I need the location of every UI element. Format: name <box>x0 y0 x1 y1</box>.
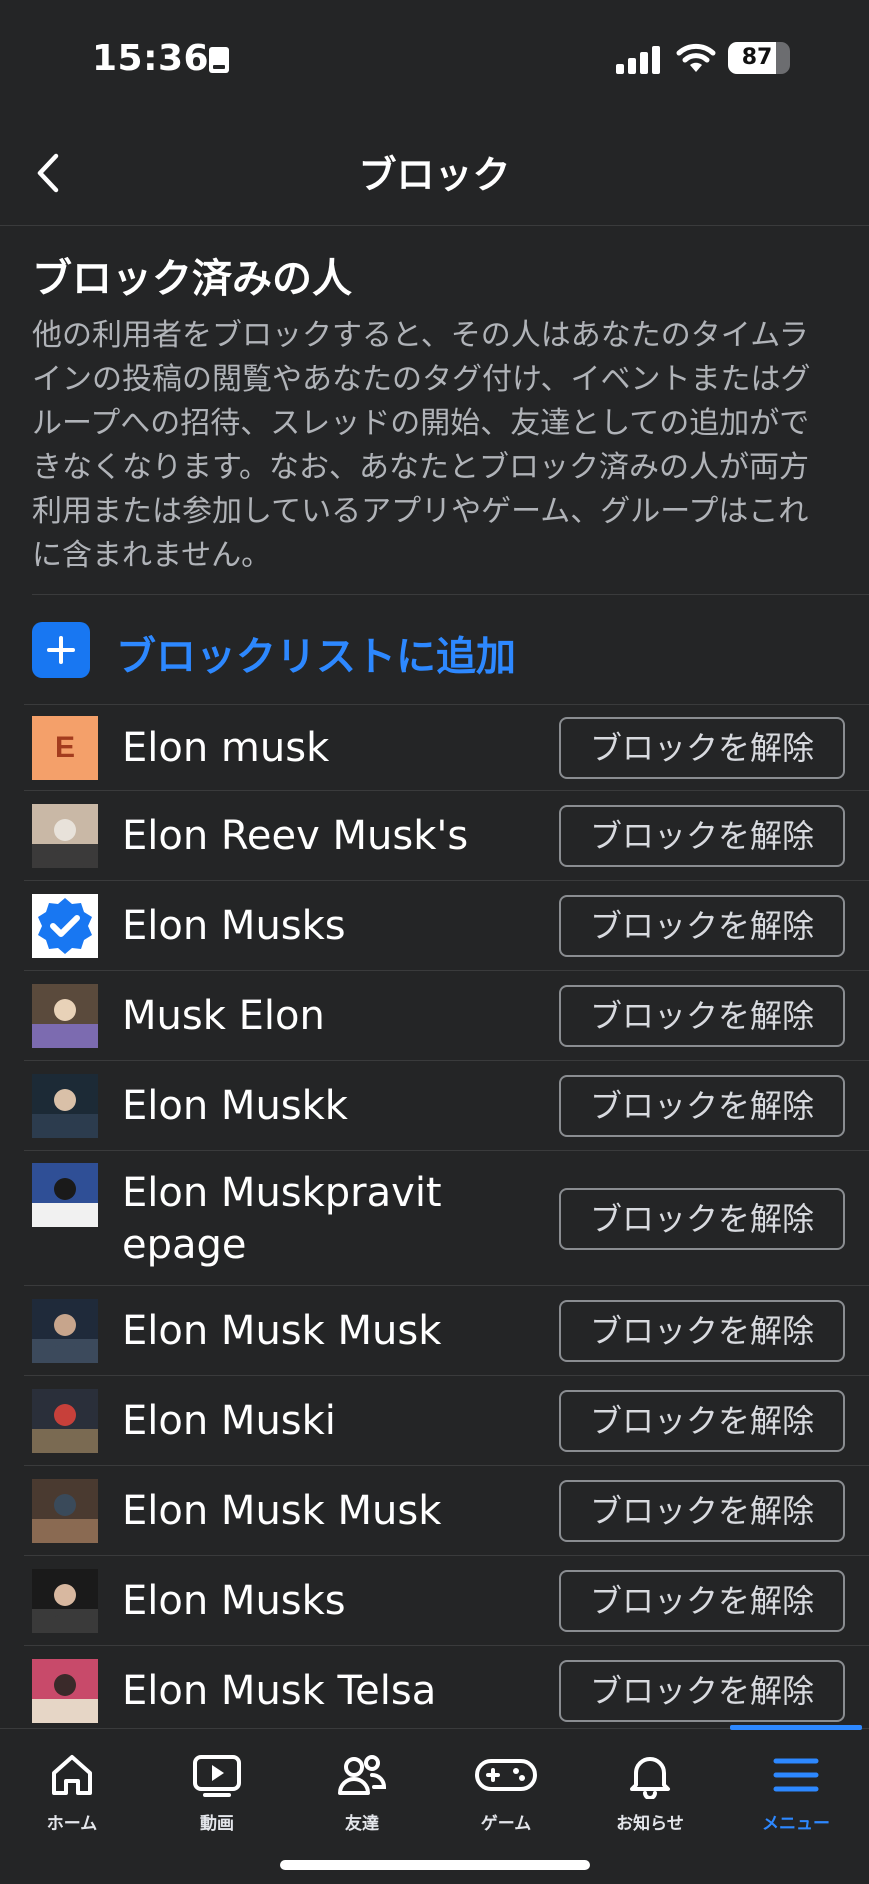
blocked-person-name: Musk Elon <box>122 993 325 1039</box>
unblock-button[interactable]: ブロックを解除 <box>559 895 845 957</box>
blocked-person-row: Elon Musks ブロックを解除 <box>24 880 869 970</box>
blocked-person-row: Elon Musks ブロックを解除 <box>24 1555 869 1645</box>
nav-menu[interactable]: メニュー <box>736 1751 856 1851</box>
blocked-person-row: Musk Elon ブロックを解除 <box>24 970 869 1060</box>
unblock-button[interactable]: ブロックを解除 <box>559 1300 845 1362</box>
plus-icon <box>32 622 90 678</box>
status-bar: 15:36 87 <box>0 0 869 120</box>
friends-icon <box>338 1755 387 1795</box>
battery-level: 87 <box>741 45 773 70</box>
profile-photo <box>32 1389 98 1453</box>
blocked-person-row: Elon Muskpravitepage ブロックを解除 <box>24 1150 869 1285</box>
page-title: ブロック <box>358 153 511 197</box>
profile-photo <box>32 1659 98 1723</box>
nav-notifications[interactable]: お知らせ <box>590 1751 710 1851</box>
blocked-person-name: Elon Musk Musk <box>122 1308 442 1354</box>
blocking-screen: 15:36 87 ブロック ブロック済みの人 他の利用者をブロックすると、その人… <box>0 0 869 1884</box>
blocked-person-name: Elon Musk Musk <box>122 1488 442 1534</box>
avatar <box>32 894 98 958</box>
blocked-person-row: Elon Muski ブロックを解除 <box>24 1375 869 1465</box>
unblock-button[interactable]: ブロックを解除 <box>559 1188 845 1250</box>
header: ブロック <box>0 120 869 226</box>
reading-mode-icon <box>209 47 229 73</box>
profile-photo <box>32 1163 98 1227</box>
section-title: ブロック済みの人 <box>32 256 352 302</box>
divider <box>32 594 869 595</box>
home-icon <box>52 1755 92 1795</box>
unblock-button[interactable]: ブロックを解除 <box>559 1390 845 1452</box>
blocked-person-name: Elon Reev Musk's <box>122 813 469 859</box>
blocked-person-name: Elon Muski <box>122 1398 336 1444</box>
video-icon <box>193 1755 241 1797</box>
avatar <box>32 804 98 868</box>
avatar <box>32 984 98 1048</box>
avatar <box>32 1659 98 1723</box>
nav-video[interactable]: 動画 <box>157 1751 277 1851</box>
blocked-person-name: Elon Muskk <box>122 1083 348 1129</box>
avatar <box>32 1479 98 1543</box>
blocked-person-name: Elon Musk Telsa <box>122 1668 437 1714</box>
home-indicator <box>280 1860 590 1870</box>
add-to-block-list-label: ブロックリストに追加 <box>116 634 516 680</box>
nav-friends[interactable]: 友達 <box>302 1751 422 1851</box>
nav-home[interactable]: ホーム <box>12 1751 132 1851</box>
blocked-person-name: Elon Muskpravitepage <box>122 1170 442 1268</box>
blocked-person-name: Elon Musks <box>122 903 346 949</box>
profile-photo <box>32 1074 98 1138</box>
profile-photo <box>32 804 98 868</box>
blocked-person-row: Elon Reev Musk's ブロックを解除 <box>24 790 869 880</box>
unblock-button[interactable]: ブロックを解除 <box>559 1570 845 1632</box>
avatar <box>32 1299 98 1363</box>
active-tab-indicator <box>730 1725 862 1730</box>
avatar <box>32 1569 98 1633</box>
nav-notifications-label: お知らせ <box>616 1814 684 1834</box>
unblock-button[interactable]: ブロックを解除 <box>559 717 845 779</box>
profile-photo <box>32 1479 98 1543</box>
unblock-button[interactable]: ブロックを解除 <box>559 1660 845 1722</box>
profile-photo <box>32 984 98 1048</box>
wifi-icon <box>676 43 716 72</box>
bell-icon <box>630 1757 670 1799</box>
nav-gaming[interactable]: ゲーム <box>446 1751 566 1851</box>
avatar <box>32 1074 98 1138</box>
blocked-person-row: Elon Musk Telsa ブロックを解除 <box>24 1645 869 1735</box>
section-description: 他の利用者をブロックすると、その人はあなたのタイムラインの投稿の閲覧やあなたのタ… <box>32 318 811 573</box>
profile-photo <box>32 1299 98 1363</box>
nav-menu-label: メニュー <box>762 1814 830 1834</box>
blocked-people-list: E Elon musk ブロックを解除 Elon Reev Musk's ブロックを解除… <box>0 704 869 1735</box>
profile-photo <box>32 1569 98 1633</box>
blocked-person-name: Elon Musks <box>122 1578 346 1624</box>
avatar-letter: E <box>54 731 75 764</box>
avatar: E <box>32 716 98 780</box>
blocked-person-row: Elon Muskk ブロックを解除 <box>24 1060 869 1150</box>
avatar <box>32 1163 98 1227</box>
battery-icon: 87 <box>728 42 792 74</box>
cellular-signal-icon <box>616 46 660 74</box>
status-time: 15:36 <box>92 38 210 79</box>
nav-gaming-label: ゲーム <box>480 1814 532 1834</box>
blocked-person-row: Elon Musk Musk ブロックを解除 <box>24 1465 869 1555</box>
avatar <box>32 1389 98 1453</box>
menu-icon <box>773 1758 819 1792</box>
blocked-person-name: Elon musk <box>122 725 330 771</box>
add-to-block-list-button[interactable]: ブロックリストに追加 <box>32 620 852 680</box>
verified-badge-icon <box>38 898 92 954</box>
unblock-button[interactable]: ブロックを解除 <box>559 1075 845 1137</box>
gaming-icon <box>475 1759 537 1791</box>
nav-friends-label: 友達 <box>345 1814 379 1834</box>
nav-home-label: ホーム <box>46 1814 98 1834</box>
unblock-button[interactable]: ブロックを解除 <box>559 985 845 1047</box>
unblock-button[interactable]: ブロックを解除 <box>559 805 845 867</box>
blocked-person-row: Elon Musk Musk ブロックを解除 <box>24 1285 869 1375</box>
nav-video-label: 動画 <box>200 1814 234 1834</box>
unblock-button[interactable]: ブロックを解除 <box>559 1480 845 1542</box>
blocked-person-row: E Elon musk ブロックを解除 <box>24 704 869 790</box>
